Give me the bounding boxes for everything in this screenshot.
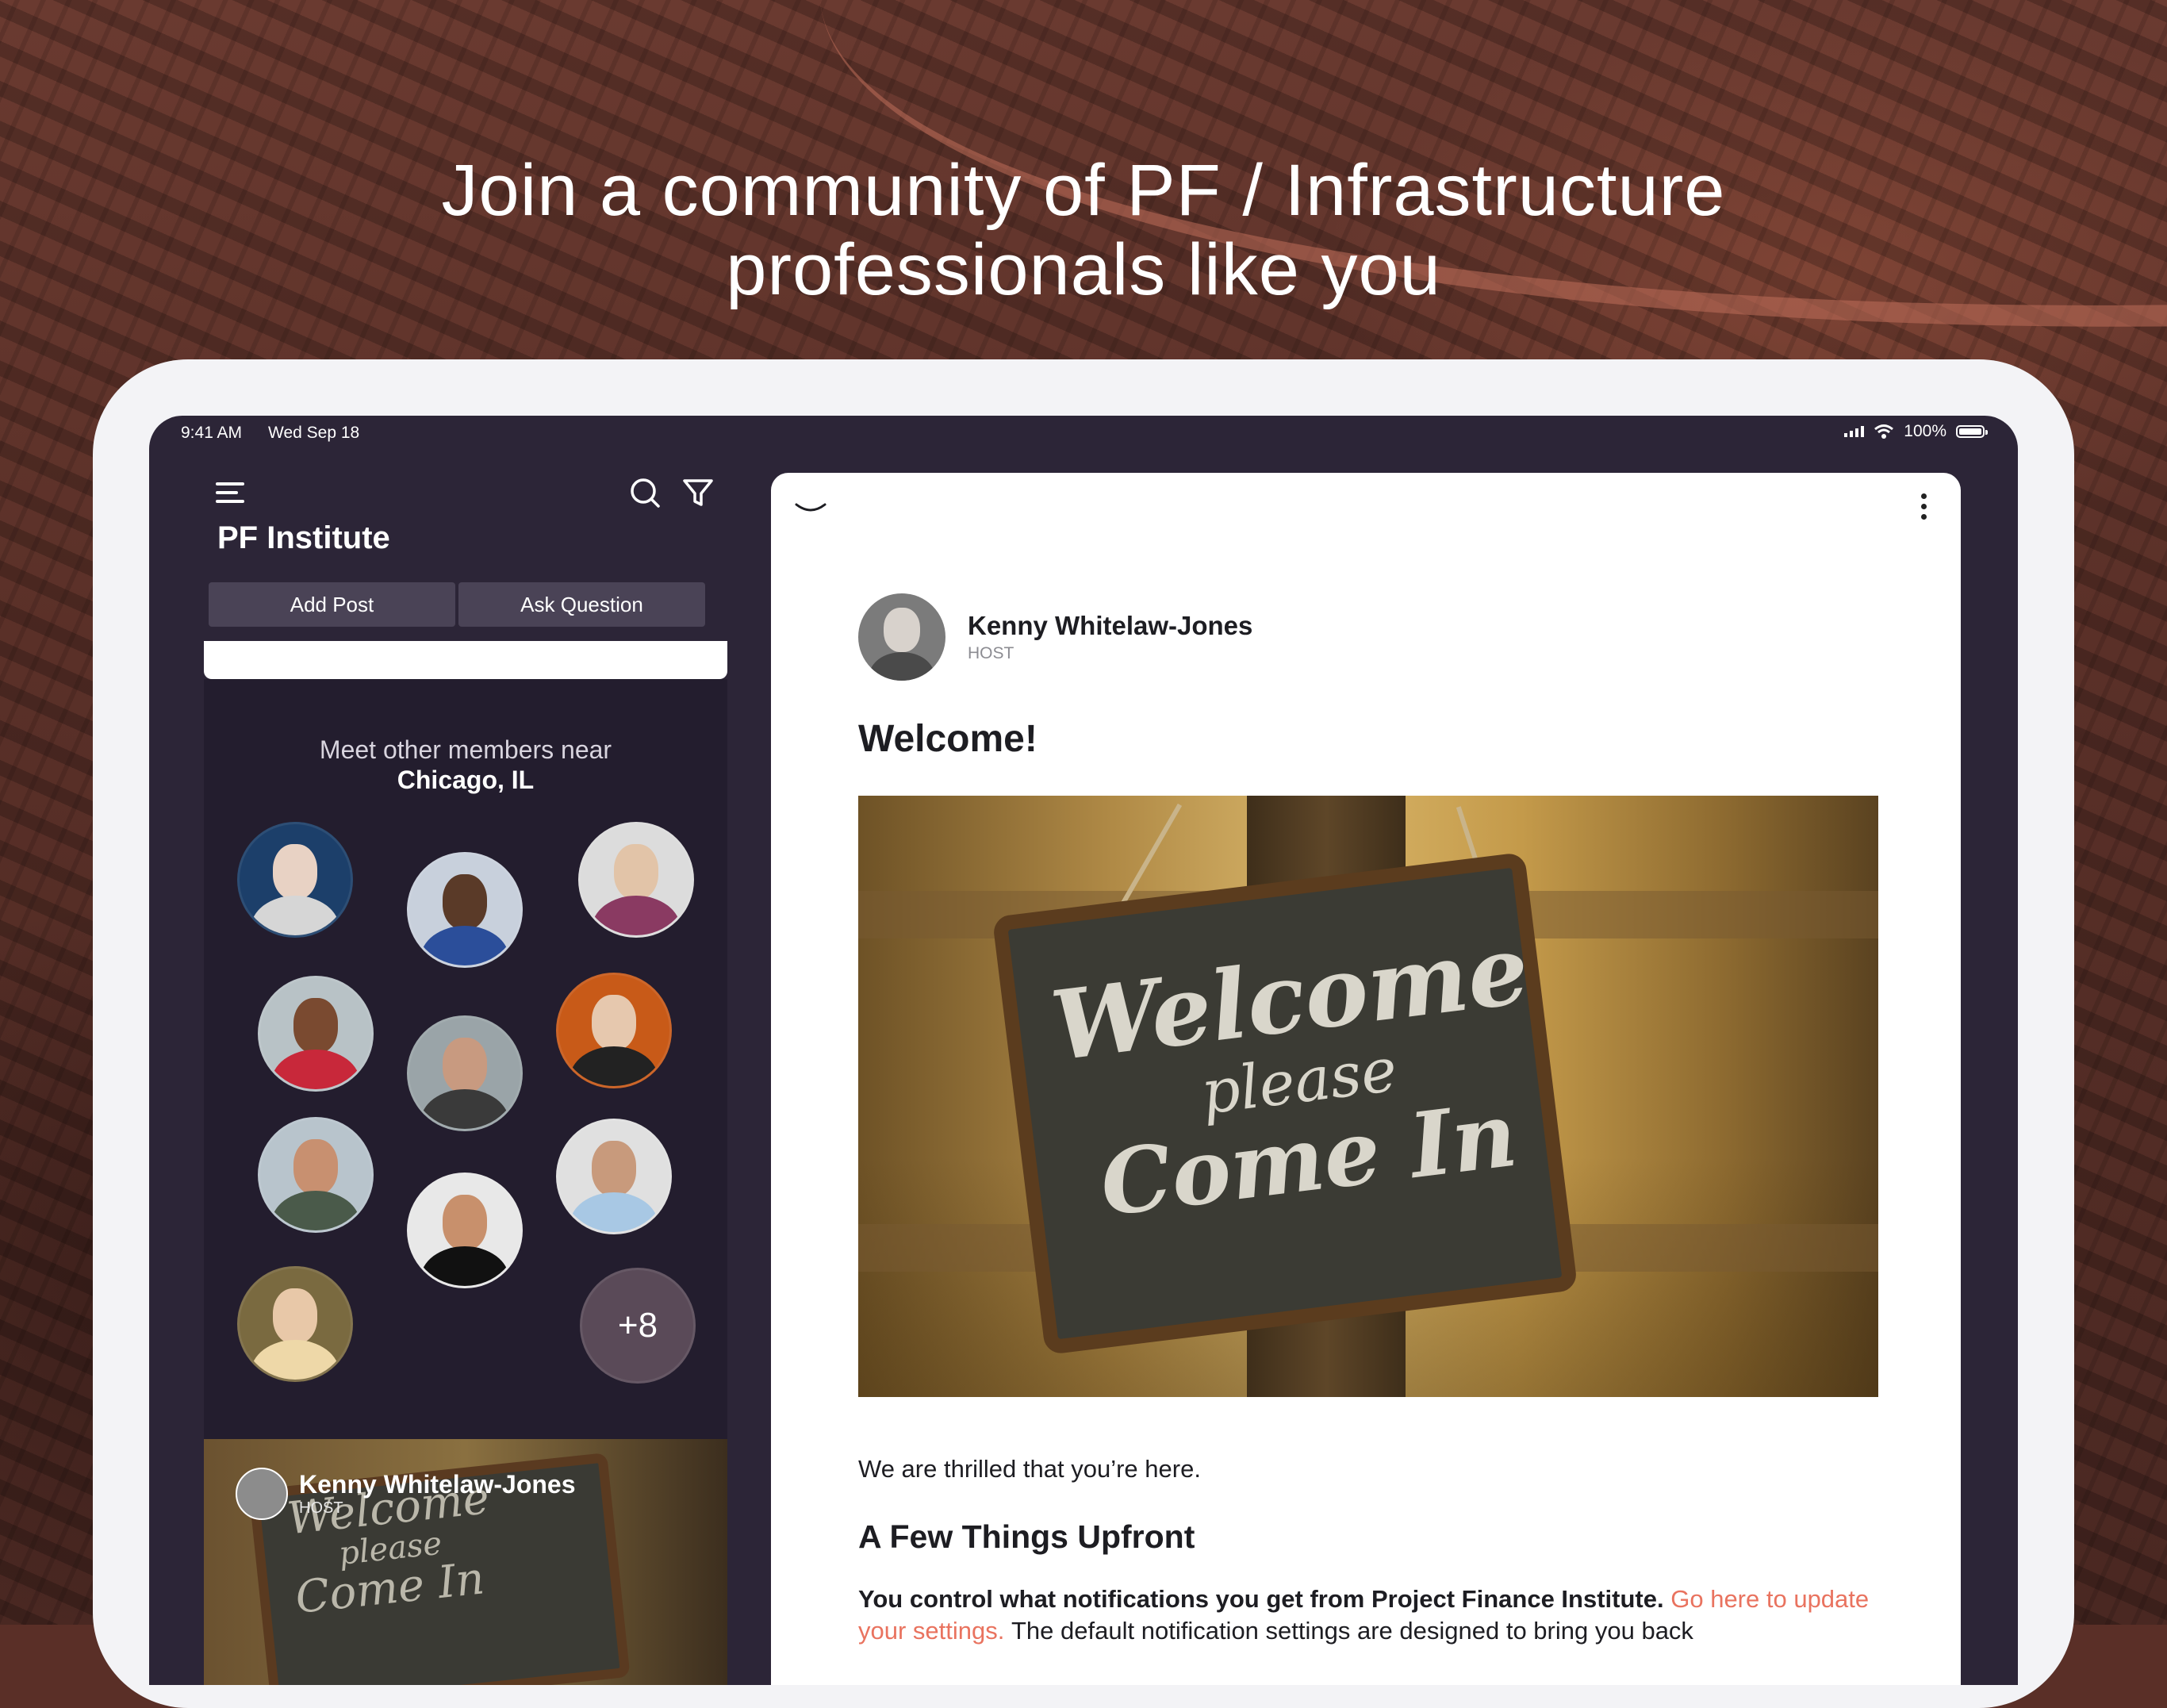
nearby-members-card: Meet other members near Chicago, IL +8 bbox=[204, 679, 727, 1472]
member-avatar[interactable] bbox=[258, 976, 374, 1092]
avatar[interactable] bbox=[858, 593, 945, 681]
member-avatar[interactable] bbox=[237, 1266, 353, 1382]
avatar bbox=[236, 1468, 288, 1520]
member-avatar[interactable] bbox=[237, 822, 353, 938]
marketing-headline: Join a community of PF / Infrastructure … bbox=[0, 151, 2167, 309]
filter-icon[interactable] bbox=[681, 476, 715, 511]
cellular-signal-icon bbox=[1844, 426, 1865, 437]
section-heading: A Few Things Upfront bbox=[858, 1518, 1195, 1555]
more-vertical-icon[interactable] bbox=[1921, 493, 1929, 524]
status-right: 100% bbox=[1844, 422, 1988, 441]
member-avatar[interactable] bbox=[407, 852, 523, 968]
post-hero-image: Welcome please Come In bbox=[858, 796, 1878, 1397]
post-author-role: HOST bbox=[968, 644, 1014, 662]
status-time: 9:41 AM bbox=[181, 424, 243, 442]
notifications-paragraph: You control what notifications you get f… bbox=[858, 1583, 1881, 1647]
headline-line-1: Join a community of PF / Infrastructure bbox=[441, 149, 1726, 231]
members-location: Chicago, IL bbox=[397, 766, 535, 794]
notif-rest-text: The default notification settings are de… bbox=[1011, 1617, 1693, 1645]
post-tabs: Add Post Ask Question bbox=[209, 582, 705, 627]
status-date: Wed Sep 18 bbox=[268, 424, 360, 442]
member-avatar[interactable] bbox=[407, 1173, 523, 1288]
status-bar: 9:41 AM Wed Sep 18 100% bbox=[149, 416, 2018, 452]
battery-icon bbox=[1956, 425, 1988, 438]
post-author-name[interactable]: Kenny Whitelaw-Jones bbox=[968, 611, 1252, 641]
battery-percent: 100% bbox=[1904, 422, 1946, 440]
wifi-icon bbox=[1874, 424, 1894, 439]
post-author: Kenny Whitelaw-Jones HOST bbox=[858, 593, 1252, 681]
members-heading-text: Meet other members near bbox=[319, 735, 612, 764]
menu-icon[interactable] bbox=[216, 482, 244, 509]
member-avatar[interactable] bbox=[578, 822, 694, 938]
app-screen: 9:41 AM Wed Sep 18 100% PF Institute Add… bbox=[149, 416, 2018, 1685]
members-heading: Meet other members near Chicago, IL bbox=[204, 735, 727, 795]
chevron-down-icon[interactable] bbox=[793, 492, 828, 524]
notif-bold-text: You control what notifications you get f… bbox=[858, 1585, 1664, 1613]
member-avatar[interactable] bbox=[407, 1015, 523, 1131]
chalkboard-text: Welcome please Come In bbox=[1045, 913, 1551, 1237]
post-intro: We are thrilled that you’re here. bbox=[858, 1455, 1201, 1483]
add-post-button[interactable]: Add Post bbox=[209, 582, 455, 627]
post-detail-card: Kenny Whitelaw-Jones HOST Welcome! Welco… bbox=[771, 473, 1961, 1685]
preview-author-name: Kenny Whitelaw-Jones bbox=[299, 1470, 576, 1499]
post-preview-card[interactable]: Welcome please Come In Kenny Whitelaw-Jo… bbox=[204, 1439, 727, 1685]
more-members-badge[interactable]: +8 bbox=[580, 1268, 696, 1384]
ask-question-button[interactable]: Ask Question bbox=[458, 582, 705, 627]
preview-author-role: HOST bbox=[299, 1499, 343, 1517]
headline-line-2: professionals like you bbox=[726, 228, 1441, 310]
preview-author: Kenny Whitelaw-Jones HOST bbox=[236, 1468, 576, 1520]
member-avatar[interactable] bbox=[258, 1117, 374, 1233]
search-icon[interactable] bbox=[628, 476, 663, 511]
member-avatar[interactable] bbox=[556, 973, 672, 1088]
member-avatar[interactable] bbox=[556, 1119, 672, 1234]
composer-strip[interactable] bbox=[204, 641, 727, 679]
community-title: PF Institute bbox=[217, 520, 390, 555]
post-title: Welcome! bbox=[858, 718, 1037, 760]
